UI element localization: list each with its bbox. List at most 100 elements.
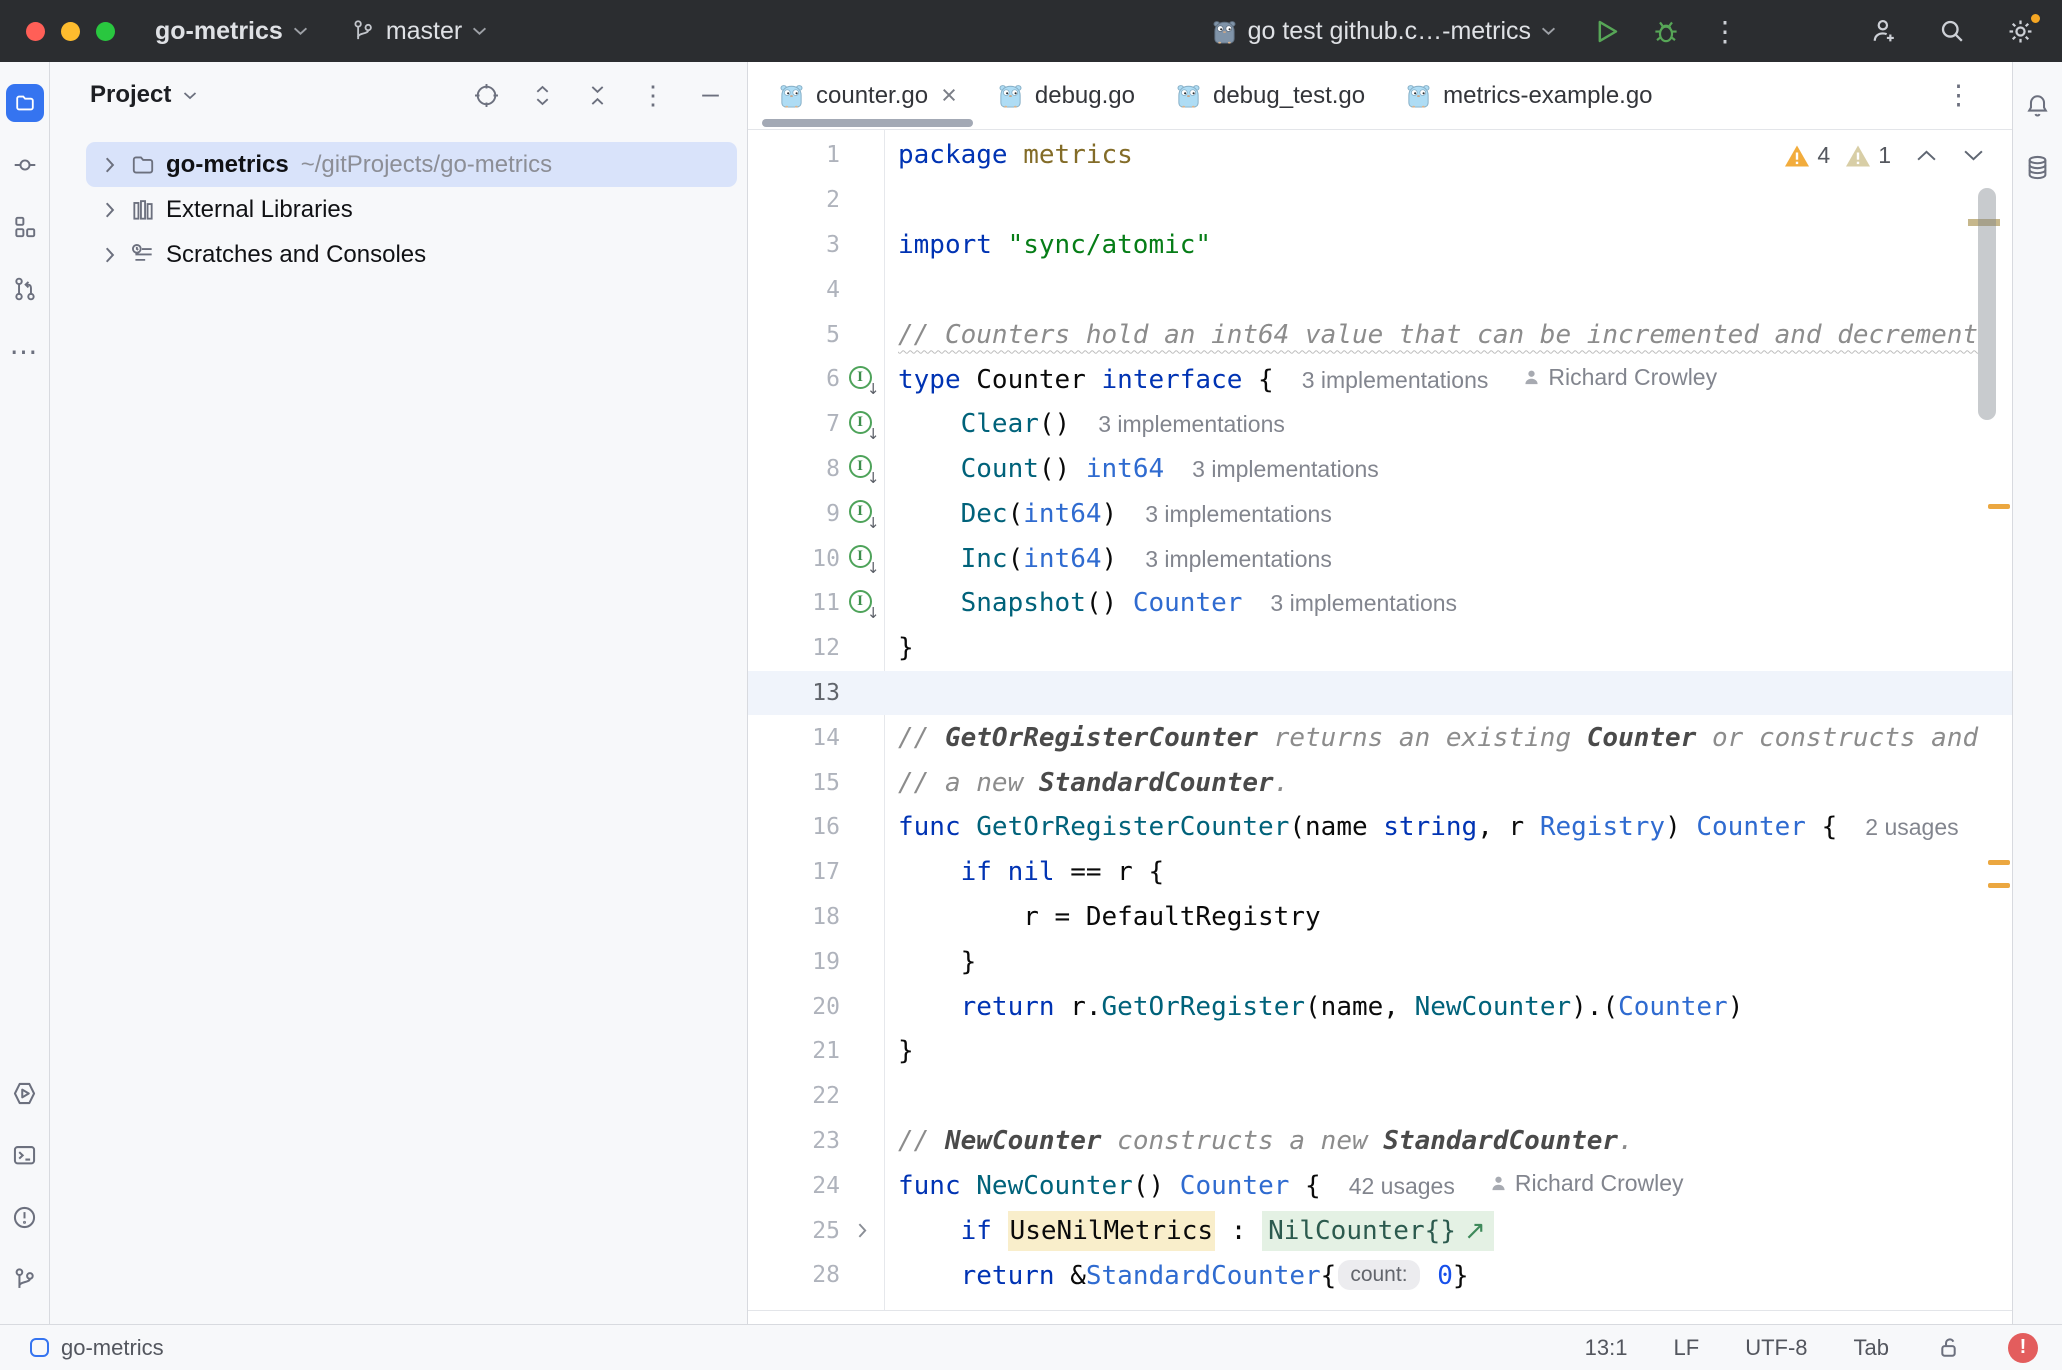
chevron-right-icon[interactable] [96, 246, 122, 264]
line-number[interactable]: 16 [748, 814, 840, 840]
fold-gutter-icon[interactable] [856, 1222, 868, 1239]
code-vision-hint[interactable]: 3 implementations [1098, 411, 1285, 437]
encoding-widget[interactable]: UTF-8 [1745, 1335, 1807, 1361]
minimize-window-button[interactable] [61, 22, 80, 41]
code-line[interactable]: 13 [748, 671, 2012, 716]
chevron-right-icon[interactable] [96, 201, 122, 219]
line-number[interactable]: 15 [748, 770, 840, 796]
line-number[interactable]: 4 [748, 277, 840, 303]
project-tree-item[interactable]: External Libraries [86, 187, 737, 232]
code-line[interactable]: 4 [748, 267, 2012, 312]
more-actions-icon[interactable]: ⋮ [1711, 15, 1741, 48]
code-line[interactable]: 10I↓ Inc(int64)3 implementations [748, 536, 2012, 581]
warnings-group[interactable]: 4 [1784, 142, 1830, 169]
inspections-widget[interactable]: 4 1 [1784, 142, 1984, 169]
code-editor[interactable]: 1package metrics23import "sync/atomic"45… [748, 130, 2012, 1324]
code-vision-hint[interactable]: 3 implementations [1145, 501, 1332, 527]
readonly-lock-icon[interactable] [1935, 1334, 1962, 1361]
code-vision-hint[interactable]: 42 usages [1349, 1173, 1455, 1199]
expand-all-icon[interactable] [530, 82, 555, 109]
implementations-gutter-icon[interactable]: I↓ [849, 500, 876, 527]
warning-stripe-mark[interactable] [1988, 860, 2010, 865]
code-line[interactable]: 11I↓ Snapshot() Counter3 implementations [748, 581, 2012, 626]
code-line[interactable]: 2 [748, 178, 2012, 223]
code-vision-hint[interactable]: 3 implementations [1192, 456, 1379, 482]
line-number[interactable]: 19 [748, 949, 840, 975]
structure-tool-icon[interactable] [6, 208, 44, 246]
project-switcher[interactable]: go-metrics [145, 11, 318, 52]
close-window-button[interactable] [26, 22, 45, 41]
implementations-gutter-icon[interactable]: I↓ [849, 590, 876, 617]
debug-bug-icon[interactable] [1651, 16, 1681, 46]
line-number[interactable]: 20 [748, 994, 840, 1020]
database-tool-icon[interactable] [2019, 148, 2057, 186]
search-icon[interactable] [1937, 16, 1967, 46]
settings-gear-icon[interactable] [2005, 16, 2036, 47]
code-line[interactable]: 8I↓ Count() int643 implementations [748, 447, 2012, 492]
code-line[interactable]: 14// GetOrRegisterCounter returns an exi… [748, 715, 2012, 760]
implementations-gutter-icon[interactable]: I↓ [849, 545, 876, 572]
code-line[interactable]: 6I↓type Counter interface {3 implementat… [748, 357, 2012, 402]
panel-options-kebab-icon[interactable]: ⋮ [640, 80, 668, 111]
code-line[interactable]: 21} [748, 1029, 2012, 1074]
line-number[interactable]: 5 [748, 322, 840, 348]
line-number[interactable]: 7 [748, 411, 840, 437]
project-tree-item[interactable]: go-metrics~/gitProjects/go-metrics [86, 142, 737, 187]
line-number[interactable]: 12 [748, 635, 840, 661]
code-line[interactable]: 12} [748, 626, 2012, 671]
project-tree-item[interactable]: Scratches and Consoles [86, 232, 737, 277]
chevron-right-icon[interactable] [96, 156, 122, 174]
line-number[interactable]: 1 [748, 142, 840, 168]
project-panel-title[interactable]: Project [90, 81, 171, 109]
weak-warnings-group[interactable]: 1 [1845, 142, 1891, 169]
next-problem-icon[interactable] [1963, 149, 1984, 162]
code-line[interactable]: 19 } [748, 939, 2012, 984]
branch-selector[interactable]: master [340, 11, 497, 52]
line-number[interactable]: 14 [748, 725, 840, 751]
line-number[interactable]: 24 [748, 1173, 840, 1199]
tab-options-kebab-icon[interactable]: ⋮ [1945, 80, 1972, 111]
close-tab-icon[interactable]: × [941, 80, 957, 111]
line-number[interactable]: 8 [748, 456, 840, 482]
code-line[interactable]: 22 [748, 1074, 2012, 1119]
run-tool-window-icon[interactable] [6, 1074, 44, 1112]
editor-tab[interactable]: metrics-example.go [1385, 62, 1672, 129]
line-number[interactable]: 28 [748, 1262, 840, 1288]
status-project-widget[interactable]: go-metrics [30, 1335, 164, 1361]
line-number[interactable]: 17 [748, 859, 840, 885]
code-line[interactable]: 15// a new StandardCounter. [748, 760, 2012, 805]
code-vision-hint[interactable]: 3 implementations [1145, 546, 1332, 572]
error-indicator-badge[interactable]: ! [2008, 1333, 2038, 1363]
code-line[interactable]: 5// Counters hold an int64 value that ca… [748, 312, 2012, 357]
editor-tab[interactable]: debug.go [977, 62, 1155, 129]
implementations-gutter-icon[interactable]: I↓ [849, 366, 876, 393]
scrollbar-thumb[interactable] [1978, 188, 1996, 420]
code-line[interactable]: 20 return r.GetOrRegister(name, NewCount… [748, 984, 2012, 1029]
code-vision-hint[interactable]: 2 usages [1865, 814, 1958, 840]
implementations-gutter-icon[interactable]: I↓ [849, 411, 876, 438]
line-number[interactable]: 10 [748, 546, 840, 572]
add-user-icon[interactable] [1869, 16, 1899, 46]
hide-panel-icon[interactable] [698, 83, 723, 108]
code-line[interactable]: 28 return &StandardCounter{count: 0} [748, 1253, 2012, 1298]
line-number[interactable]: 21 [748, 1038, 840, 1064]
maximize-window-button[interactable] [96, 22, 115, 41]
more-tool-windows-icon[interactable]: ⋯ [6, 332, 44, 370]
warning-stripe-mark[interactable] [1988, 883, 2010, 888]
warning-stripe-mark[interactable] [1988, 504, 2010, 509]
chevron-down-icon[interactable] [183, 91, 197, 100]
notifications-bell-icon[interactable] [2019, 86, 2057, 124]
terminal-tool-icon[interactable] [6, 1136, 44, 1174]
run-icon[interactable] [1592, 17, 1621, 46]
git-tool-icon[interactable] [6, 1260, 44, 1298]
previous-problem-icon[interactable] [1916, 149, 1937, 162]
commit-tool-icon[interactable] [6, 146, 44, 184]
code-line[interactable]: 9I↓ Dec(int64)3 implementations [748, 491, 2012, 536]
code-author-hint[interactable]: Richard Crowley [1489, 1170, 1684, 1197]
code-line[interactable]: 7I↓ Clear()3 implementations [748, 402, 2012, 447]
code-vision-hint[interactable]: 3 implementations [1270, 590, 1457, 616]
code-line[interactable]: 25 if UseNilMetrics : NilCounter{} ↗ [748, 1208, 2012, 1253]
line-number[interactable]: 2 [748, 187, 840, 213]
code-line[interactable]: 18 r = DefaultRegistry [748, 895, 2012, 940]
line-number[interactable]: 9 [748, 501, 840, 527]
